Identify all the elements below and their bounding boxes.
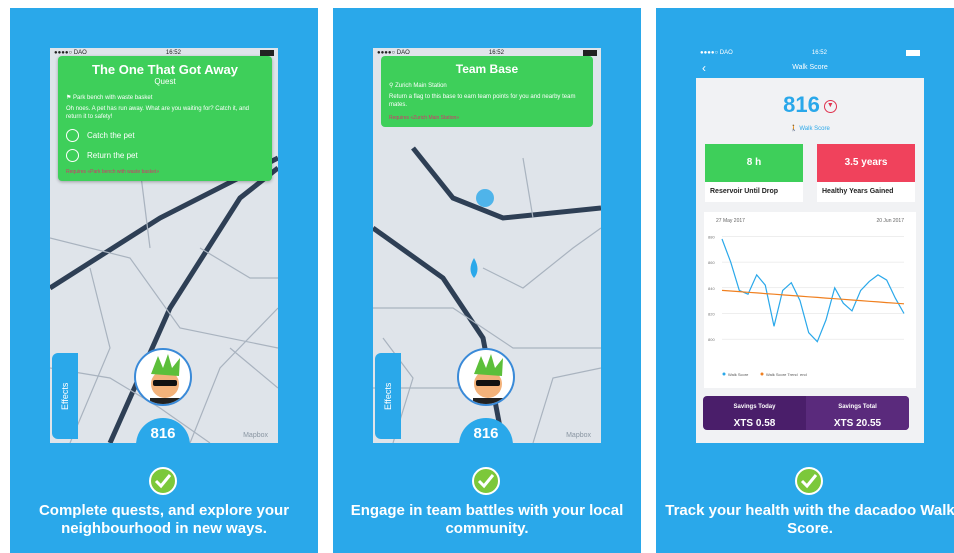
task-return-pet[interactable]: Return the pet [66,149,264,162]
screenshot-panel-team: ●●●●○ DAO 16:52 Team Base ⚲ Zurich Main … [333,8,641,553]
status-bar: ●●●●○ DAO 16:52 [373,48,601,58]
checkbox-icon[interactable] [66,129,79,142]
carrier-label: ●●●●○ DAO [54,50,87,56]
carrier-label: ●●●●○ DAO [377,50,410,56]
team-base-location: ⚲ Zurich Main Station [389,83,447,89]
quest-requirement: Requires «Park bench with waste basket» [66,169,160,175]
savings-total: Savings Total XTS 20.55 [806,396,909,430]
walk-score-value: 816 ▼ [696,92,924,118]
team-base-title: Team Base [455,62,519,76]
battery-icon [260,50,274,56]
panel-caption: Track your health with the dacadoo Walk … [665,502,954,537]
series-line [721,289,905,305]
time-label: 16:52 [165,50,181,56]
x-end-label: 20 Jun 2017 [876,218,904,224]
carrier-label: ●●●●○ DAO [700,50,733,56]
phone-screen: ●●●●○ DAO 16:52 Team Base ⚲ Zurich Main … [373,48,601,443]
status-bar: ●●●●○ DAO 16:52 [696,48,924,58]
legend-label: end [800,372,807,377]
battery-icon [906,50,920,56]
status-bar: ●●●●○ DAO 16:52 [50,48,278,58]
y-tick-label: 840 [708,286,715,291]
team-base-description: Return a flag to this base to earn team … [389,94,576,108]
healthy-years-value: 3.5 years [817,144,915,182]
legend-marker [760,372,764,376]
screenshot-panel-walkscore: ●●●●○ DAO 16:52 ‹ Walk Score 816 ▼ 🚶 Walk… [656,8,954,553]
quest-description: Oh noes. A pet has run away. What are yo… [66,106,249,120]
savings-bar: Savings Today XTS 0.58 Savings Total XTS 2… [703,396,909,430]
panel-caption: Complete quests, and explore your neighb… [38,502,290,537]
y-tick-label: 820 [708,311,715,316]
mapbox-attribution: Mapbox [566,432,591,439]
panel-caption: Engage in team battles with your local c… [350,502,624,537]
y-tick-label: 860 [708,260,715,265]
time-label: 16:52 [488,50,504,56]
effects-tab[interactable]: Effects [52,353,78,439]
quest-card[interactable]: The One That Got Away Quest ⚑ Park bench… [58,56,272,181]
mapbox-attribution: Mapbox [243,432,268,439]
healthy-years-label: Healthy Years Gained [822,188,894,195]
chart-svg: 27 May 2017 20 Jun 2017 880860840820800 … [708,218,905,377]
walk-score-chart[interactable]: 27 May 2017 20 Jun 2017 880 860 840 820 800 … [704,212,916,388]
phone-screen: ●●●●○ DAO 16:52 The One That Got Away Qu… [50,48,278,443]
reservoir-value: 8 h [705,144,803,182]
legend-label: Walk Score [728,372,749,377]
series-line [721,238,905,343]
task-catch-pet[interactable]: Catch the pet [66,129,264,142]
legend-label: Walk Score Trend [766,372,798,377]
nav-bar: ‹ Walk Score [696,58,924,78]
time-label: 16:52 [811,50,827,56]
team-base-requirement: Requires «Zurich Main Station» [389,115,460,121]
walk-score-label: 🚶 Walk Score [790,126,830,132]
quest-location: ⚑ Park bench with waste basket [66,95,153,101]
quest-title: The One That Got Away [92,62,238,77]
effects-tab[interactable]: Effects [375,353,401,439]
y-tick-label: 880 [708,234,715,239]
x-start-label: 27 May 2017 [716,218,745,224]
back-chevron-icon[interactable]: ‹ [702,58,706,78]
nav-title: Walk Score [792,64,828,71]
dacadoo-logo-icon [795,467,823,495]
savings-today: Savings Today XTS 0.58 [733,404,776,429]
team-base-card[interactable]: Team Base ⚲ Zurich Main Station Return a… [381,56,593,127]
screenshot-panel-quests: ●●●●○ DAO 16:52 The One That Got Away Qu… [10,8,318,553]
avatar[interactable] [134,348,192,406]
trend-down-icon: ▼ [823,99,837,113]
healthy-years-card[interactable]: 3.5 years Healthy Years Gained [817,144,915,202]
phone-screen: ●●●●○ DAO 16:52 ‹ Walk Score 816 ▼ 🚶 Walk… [696,48,924,443]
avatar[interactable] [457,348,515,406]
dacadoo-logo-icon [149,467,177,495]
dacadoo-logo-icon [472,467,500,495]
checkbox-icon[interactable] [66,149,79,162]
reservoir-card[interactable]: 8 h Reservoir Until Drop [705,144,803,202]
quest-subtitle: Quest [154,77,176,86]
y-tick-label: 800 [708,337,715,342]
reservoir-label: Reservoir Until Drop [710,188,779,195]
battery-icon [583,50,597,56]
legend-marker [722,372,726,376]
